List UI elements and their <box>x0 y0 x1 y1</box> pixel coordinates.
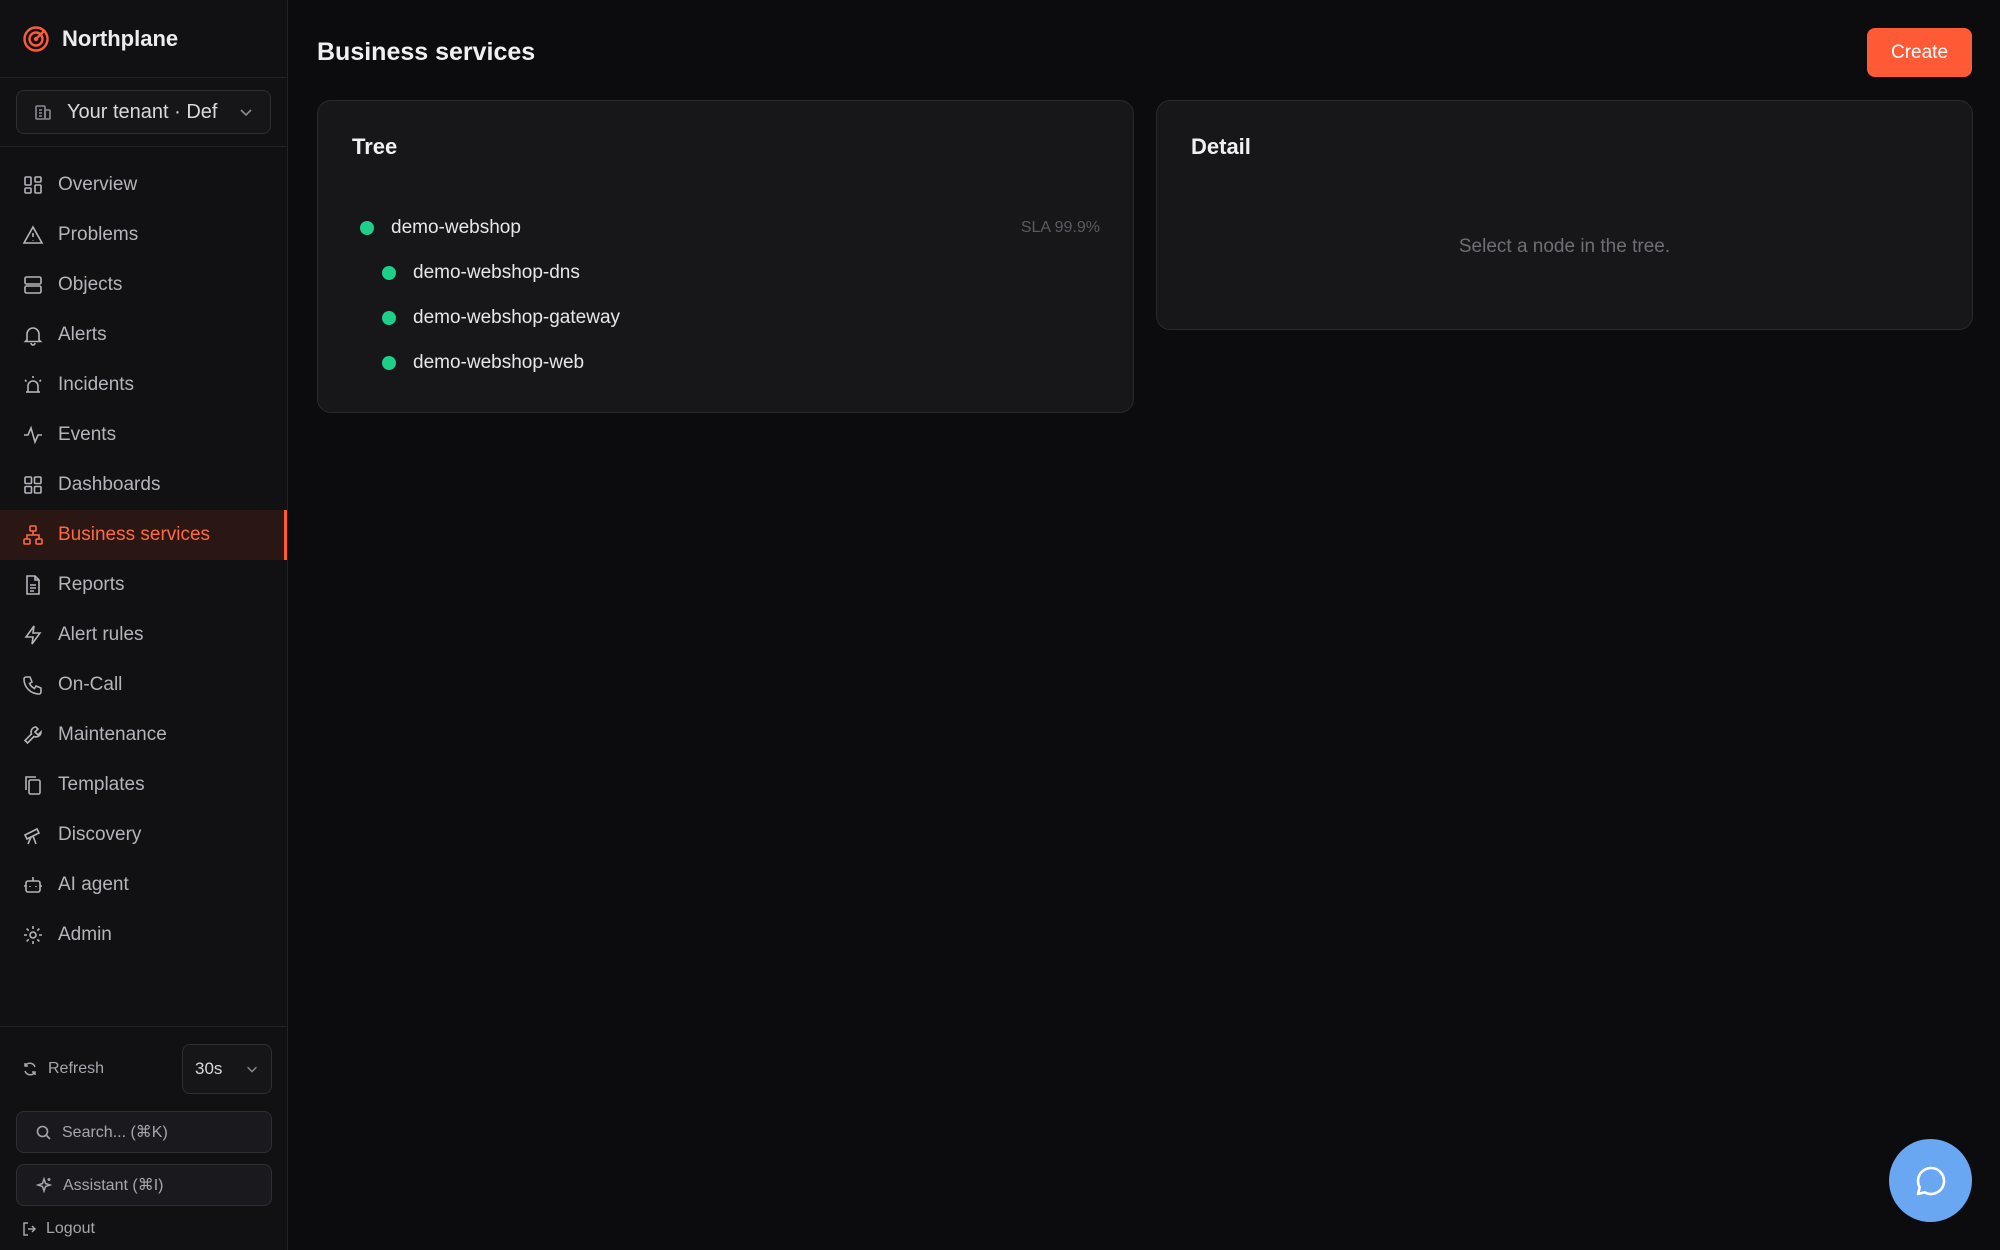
copy-icon <box>25 776 41 795</box>
nav-item-incidents[interactable]: Incidents <box>0 360 287 410</box>
create-button[interactable]: Create <box>1867 28 1972 77</box>
phone-icon <box>23 676 42 695</box>
logout-icon <box>23 1221 37 1236</box>
nav-label: Discovery <box>58 824 142 845</box>
assistant-label: Assistant (⌘I) <box>63 1177 164 1194</box>
tree-node-label: demo-webshop-dns <box>413 261 580 283</box>
sidebar: Northplane Your tenant · Def Overview Pr… <box>0 0 288 1250</box>
chevron-down-icon <box>240 109 252 117</box>
nav-item-dashboards[interactable]: Dashboards <box>0 460 287 510</box>
nav-label: Problems <box>58 224 139 245</box>
tree-node-root[interactable]: demo-webshop SLA 99.9% <box>360 205 1100 250</box>
nav-label: Dashboards <box>58 474 161 495</box>
logout-label: Logout <box>46 1219 95 1237</box>
server-icon <box>24 276 42 294</box>
nav-item-admin[interactable]: Admin <box>0 910 287 960</box>
refresh-button[interactable]: Refresh <box>16 1060 104 1078</box>
target-icon <box>23 25 49 52</box>
bot-icon <box>24 877 42 893</box>
nav-item-alerts[interactable]: Alerts <box>0 310 287 360</box>
nav-item-reports[interactable]: Reports <box>0 560 287 610</box>
brand[interactable]: Northplane <box>0 0 287 78</box>
siren-icon <box>24 376 42 393</box>
gear-icon <box>24 926 42 944</box>
nav-label: AI agent <box>58 874 129 895</box>
tenant-label: Your tenant · Def <box>67 100 218 123</box>
warning-triangle-icon <box>22 225 44 244</box>
tenant-selector[interactable]: Your tenant · Def <box>16 90 271 134</box>
refresh-interval-select[interactable]: 30s <box>182 1044 272 1094</box>
document-icon <box>26 575 40 595</box>
nav-item-on-call[interactable]: On-Call <box>0 660 287 710</box>
nav-label: Templates <box>58 774 145 795</box>
nav-item-events[interactable]: Events <box>0 410 287 460</box>
nav-label: Business services <box>58 524 211 545</box>
tree-node-child[interactable]: demo-webshop-dns <box>360 250 1100 295</box>
refresh-label: Refresh <box>48 1060 105 1077</box>
status-dot <box>382 265 396 280</box>
tree-node-label: demo-webshop-web <box>413 351 585 373</box>
nav-label: Overview <box>58 174 138 195</box>
nav-label: Events <box>58 424 117 445</box>
tree-card: Tree demo-webshop SLA 99.9% demo-webshop… <box>317 100 1134 413</box>
wrench-icon <box>23 726 42 745</box>
nav-label: Alerts <box>58 324 107 345</box>
network-icon <box>23 525 43 545</box>
nav-item-maintenance[interactable]: Maintenance <box>0 710 287 760</box>
detail-card: Detail Select a node in the tree. <box>1156 100 1973 330</box>
brand-name: Northplane <box>62 25 179 51</box>
nav-item-problems[interactable]: Problems <box>0 210 287 260</box>
telescope-icon <box>23 827 41 845</box>
tree-node-child[interactable]: demo-webshop-gateway <box>360 295 1100 340</box>
tree-node-label: demo-webshop <box>391 216 521 238</box>
chat-bubble-icon <box>1916 1166 1945 1195</box>
service-tree: demo-webshop SLA 99.9% demo-webshop-dns … <box>360 205 1100 385</box>
nav-label: Objects <box>58 274 123 295</box>
grid-icon <box>24 476 42 494</box>
status-dot <box>360 220 374 235</box>
nav-item-templates[interactable]: Templates <box>0 760 287 810</box>
detail-card-title: Detail <box>1191 134 1251 159</box>
tree-node-label: demo-webshop-gateway <box>413 306 621 328</box>
search-button[interactable]: Search... (⌘K) <box>16 1111 272 1153</box>
interval-value: 30s <box>195 1059 223 1078</box>
tree-node-child[interactable]: demo-webshop-web <box>360 340 1100 385</box>
activity-icon <box>24 425 42 445</box>
nav-item-ai-agent[interactable]: AI agent <box>0 860 287 910</box>
detail-empty-state: Select a node in the tree. <box>1458 236 1671 257</box>
sla-badge: SLA 99.9% <box>1020 218 1100 236</box>
nav-item-business-services[interactable]: Business services <box>0 510 287 560</box>
nav-label: Incidents <box>58 374 135 395</box>
sparkles-icon <box>35 1176 53 1194</box>
lightning-icon <box>24 625 42 645</box>
chat-button[interactable] <box>1889 1139 1972 1222</box>
chevron-down-icon <box>247 1066 257 1073</box>
assistant-button[interactable]: Assistant (⌘I) <box>16 1164 272 1206</box>
nav-item-discovery[interactable]: Discovery <box>0 810 287 860</box>
nav-label: Maintenance <box>58 724 167 745</box>
search-icon <box>36 1125 51 1140</box>
logout-button[interactable]: Logout <box>16 1206 272 1250</box>
search-label: Search... (⌘K) <box>62 1124 168 1141</box>
nav-item-overview[interactable]: Overview <box>0 160 287 210</box>
page-title: Business services <box>317 38 536 66</box>
status-dot <box>382 355 396 370</box>
tree-card-title: Tree <box>352 134 398 159</box>
dashboard-grid-icon <box>24 176 42 194</box>
nav-label: On-Call <box>58 674 123 695</box>
nav-label: Reports <box>58 574 125 595</box>
status-dot <box>382 310 396 325</box>
refresh-icon <box>24 1062 36 1076</box>
bell-icon <box>23 327 43 346</box>
nav-item-objects[interactable]: Objects <box>0 260 287 310</box>
main-nav: Overview Problems Objects Alerts Inciden… <box>0 147 287 960</box>
nav-label: Admin <box>58 924 112 945</box>
nav-label: Alert rules <box>58 624 144 645</box>
building-icon <box>35 105 51 120</box>
sidebar-footer: Refresh 30s Search... (⌘K) Assistant (⌘I… <box>0 1026 288 1250</box>
nav-item-alert-rules[interactable]: Alert rules <box>0 610 287 660</box>
